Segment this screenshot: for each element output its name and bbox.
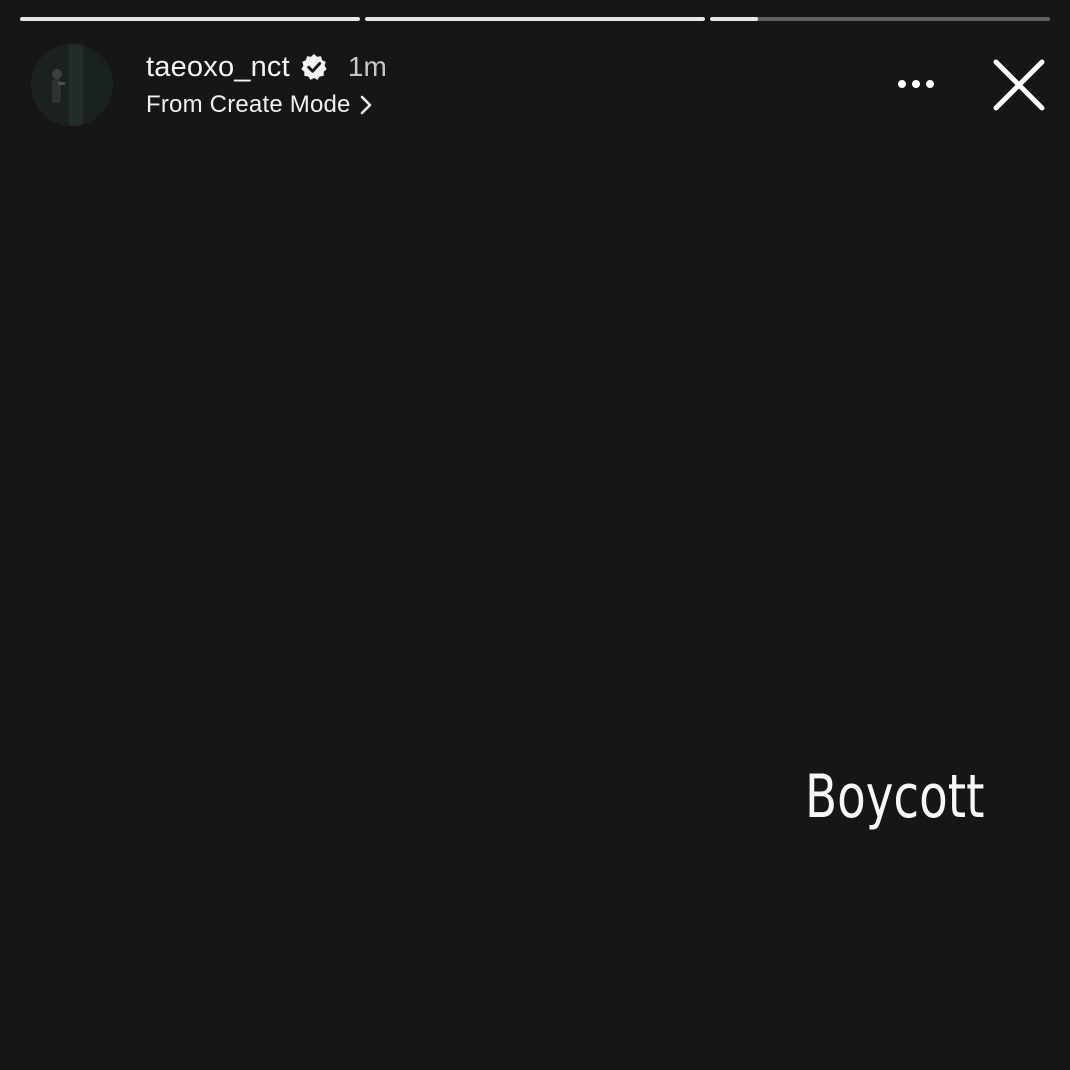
username-row: taeoxo_nct 1m (146, 48, 387, 86)
story-viewer[interactable]: taeoxo_nct 1m From Create Mode Boycott (0, 0, 1070, 1070)
more-options-button[interactable] (888, 66, 944, 102)
progress-fill (20, 17, 360, 21)
progress-segment (20, 17, 360, 21)
verified-badge-icon (300, 53, 328, 81)
progress-fill (710, 17, 758, 21)
close-icon (993, 59, 1045, 111)
timestamp: 1m (347, 51, 387, 82)
subtitle: From Create Mode (146, 91, 351, 118)
avatar[interactable] (31, 44, 113, 126)
story-header: taeoxo_nct 1m From Create Mode (146, 48, 387, 120)
story-progress-bar (20, 17, 1050, 23)
create-mode-link[interactable]: From Create Mode (146, 90, 387, 120)
username[interactable]: taeoxo_nct (146, 51, 290, 84)
progress-fill (365, 17, 705, 21)
story-text: Boycott (805, 762, 985, 832)
close-button[interactable] (988, 54, 1050, 116)
chevron-right-icon (359, 95, 373, 115)
avatar-photo (31, 44, 113, 126)
progress-segment (710, 17, 1050, 21)
more-horizontal-icon (898, 80, 934, 88)
progress-segment (365, 17, 705, 21)
